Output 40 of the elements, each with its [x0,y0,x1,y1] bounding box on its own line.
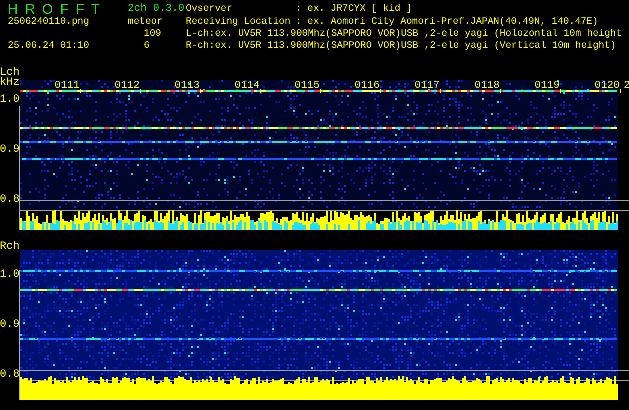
info-value: ex. JR7CYX [ kid ] [308,3,412,14]
app-name: H R O F F T [8,3,103,16]
time-label: 0115 [294,81,320,91]
unit-label: kHz [0,78,20,89]
time-label: 0111 [54,81,80,91]
separator: : [296,3,302,14]
separator: : [296,16,302,27]
time-label: 0112 [114,81,140,91]
tick-mark [560,89,561,93]
channel-info: R-ch:ex. UV5R 113.900Mhz(SAPPORO VOR)USB ,2-ele yagi (Vertical 10m height) [186,40,616,51]
meteor-label: meteor [128,16,164,28]
tick-mark [200,89,201,93]
frequency-label: 0.9 [0,320,20,331]
tick-mark [380,89,381,93]
tick-mark [620,89,621,93]
meteor-count: 6 [143,40,151,52]
time-label: 0113 [174,81,200,91]
file-name: 2506240110.png [8,16,90,28]
tick-mark [440,89,441,93]
time-label: 0116 [354,81,380,91]
info-label: Receiving Location [186,16,292,28]
time-label: 0119 [534,81,560,91]
channel-label: Rch [0,242,20,253]
time-label: 0114 [234,81,260,91]
tick-mark [80,89,81,93]
time-label: 0117 [414,81,440,91]
date-time: 25.06.24 01:10 [8,40,90,52]
frequency-label: 0.9 [0,145,20,156]
frequency-label: 1.0 [0,95,20,106]
tick-mark [140,89,141,93]
tick-mark [320,89,321,93]
tick-mark [260,89,261,93]
info-label: Ovserver [186,3,234,15]
time-label: 0118 [474,81,500,91]
meteor-count: 109 [143,28,162,40]
tick-mark [500,89,501,93]
version-label: 2ch 0.3.0 [128,3,186,16]
time-label: 0120 [594,81,620,91]
channel-info: L-ch:ex. UV5R 113.900Mhz(SAPPORO VOR)USB ,2-ele yagi (Holozontal 10m height [186,28,622,39]
info-value: ex. Aomori City Aomori-Pref.JAPAN(40.49N, 140.47E) [308,16,598,27]
